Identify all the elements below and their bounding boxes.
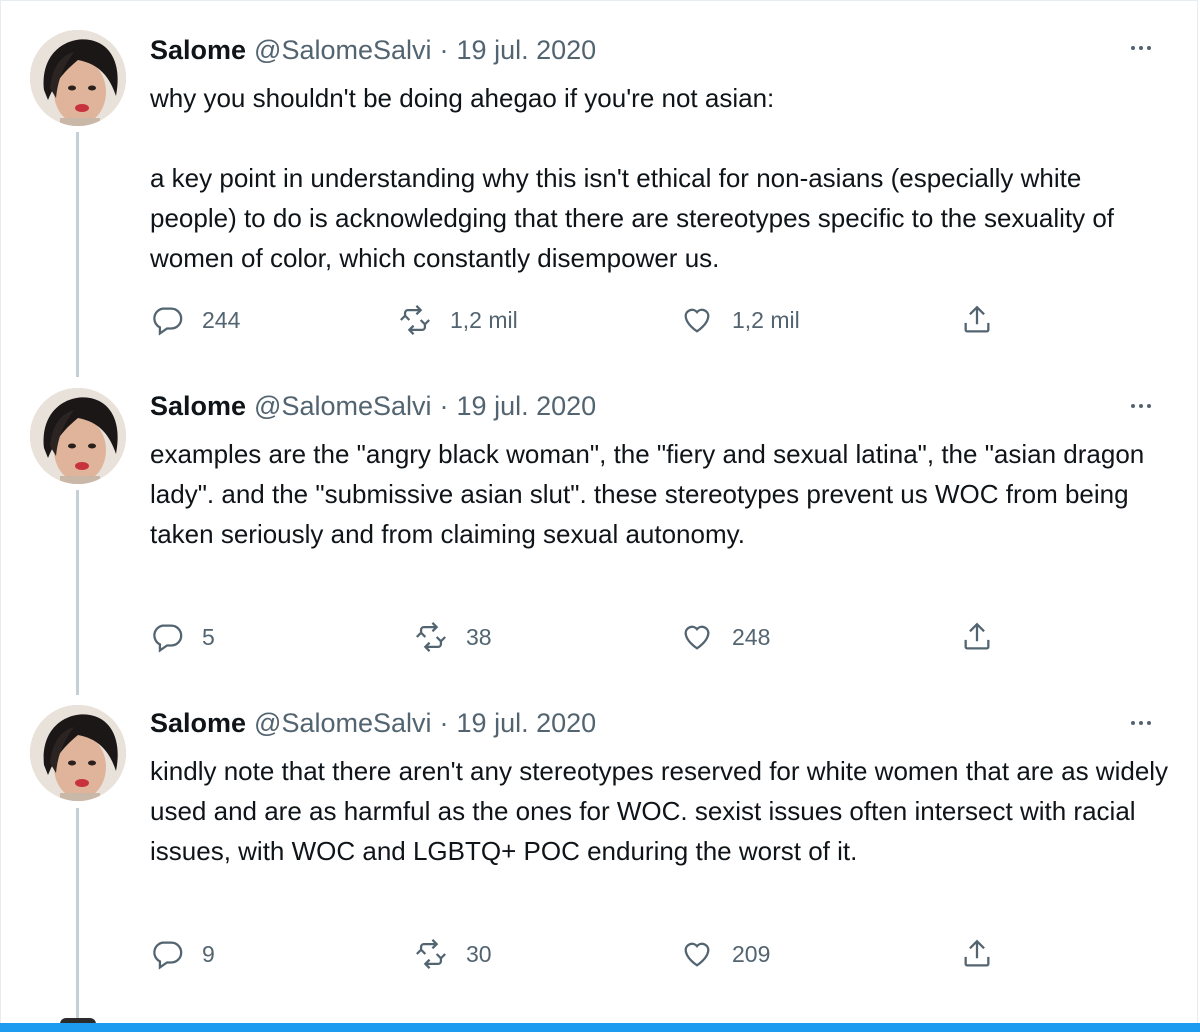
separator: ·: [439, 707, 449, 738]
tweet-actions: 9 30 209: [150, 934, 1010, 974]
tweet-date[interactable]: 19 jul. 2020: [457, 708, 597, 739]
tweet[interactable]: Salome @SalomeSalvi · 19 jul. 2020 examp…: [0, 388, 1200, 688]
tweet-paragraph: examples are the "angry black woman", th…: [150, 439, 1145, 549]
tweet[interactable]: Salome @SalomeSalvi · 19 jul. 2020 kindl…: [0, 705, 1200, 1005]
avatar-image: [30, 705, 126, 801]
retweet-icon: [416, 939, 446, 969]
user-handle[interactable]: @SalomeSalvi: [254, 35, 431, 66]
retweet-icon: [400, 305, 430, 335]
reply-icon: [153, 941, 183, 970]
share-icon: [964, 305, 990, 333]
tweet-header: Salome @SalomeSalvi · 19 jul. 2020: [150, 705, 596, 741]
tweet-paragraph: kindly note that there aren't any stereo…: [150, 756, 1169, 866]
retweet-count: 1,2 mil: [450, 306, 518, 333]
tweet-actions: 244 1,2 mil 1,2 mil: [150, 300, 1010, 340]
reply-icon: [153, 624, 183, 653]
share-icon: [964, 622, 990, 650]
like-count: 248: [732, 623, 771, 650]
tweet-paragraph: why you shouldn't be doing ahegao if you…: [150, 83, 775, 113]
like-count: 209: [732, 940, 771, 967]
share-button[interactable]: [960, 300, 994, 340]
avatar-image: [30, 388, 126, 484]
retweet-button[interactable]: 38: [414, 617, 492, 657]
avatar[interactable]: [30, 30, 126, 126]
tweet-text: why you shouldn't be doing ahegao if you…: [150, 78, 1170, 278]
avatar[interactable]: [30, 388, 126, 484]
more-icon[interactable]: [1124, 36, 1158, 60]
like-button[interactable]: 248: [680, 617, 770, 657]
reply-button[interactable]: 5: [150, 617, 215, 657]
like-button[interactable]: 1,2 mil: [680, 300, 800, 340]
more-icon[interactable]: [1124, 711, 1158, 735]
tweet-header: Salome @SalomeSalvi · 19 jul. 2020: [150, 388, 596, 424]
share-icon: [964, 939, 990, 967]
tweet-date[interactable]: 19 jul. 2020: [457, 35, 597, 66]
bottom-accent-bar: [0, 1023, 1200, 1032]
more-icon[interactable]: [1124, 394, 1158, 418]
display-name[interactable]: Salome: [150, 391, 246, 422]
retweet-button[interactable]: 30: [414, 934, 492, 974]
like-button[interactable]: 209: [680, 934, 770, 974]
reply-button[interactable]: 9: [150, 934, 215, 974]
reply-button[interactable]: 244: [150, 300, 240, 340]
reply-icon: [153, 307, 183, 336]
reply-count: 5: [202, 623, 215, 650]
share-button[interactable]: [960, 617, 994, 657]
heart-icon: [684, 308, 710, 333]
tweet[interactable]: Salome @SalomeSalvi · 19 jul. 2020 why y…: [0, 30, 1200, 350]
tweet-actions: 5 38 248: [150, 617, 1010, 657]
separator: ·: [439, 390, 449, 421]
heart-icon: [684, 625, 710, 650]
retweet-count: 30: [466, 940, 492, 967]
display-name[interactable]: Salome: [150, 708, 246, 739]
retweet-count: 38: [466, 623, 492, 650]
tweet-paragraph-break: [150, 118, 1170, 158]
tweet-header: Salome @SalomeSalvi · 19 jul. 2020: [150, 32, 596, 68]
heart-icon: [684, 942, 710, 967]
avatar-image: [30, 30, 126, 126]
tweet-date[interactable]: 19 jul. 2020: [457, 391, 597, 422]
retweet-button[interactable]: 1,2 mil: [398, 300, 518, 340]
tweet-paragraph: a key point in understanding why this is…: [150, 163, 1115, 273]
separator: ·: [439, 34, 449, 65]
retweet-icon: [416, 622, 446, 652]
tweet-text: examples are the "angry black woman", th…: [150, 434, 1170, 554]
share-button[interactable]: [960, 934, 994, 974]
reply-count: 9: [202, 940, 215, 967]
reply-count: 244: [202, 306, 241, 333]
like-count: 1,2 mil: [732, 306, 800, 333]
user-handle[interactable]: @SalomeSalvi: [254, 391, 431, 422]
tweet-text: kindly note that there aren't any stereo…: [150, 751, 1170, 871]
avatar[interactable]: [30, 705, 126, 801]
user-handle[interactable]: @SalomeSalvi: [254, 708, 431, 739]
display-name[interactable]: Salome: [150, 35, 246, 66]
